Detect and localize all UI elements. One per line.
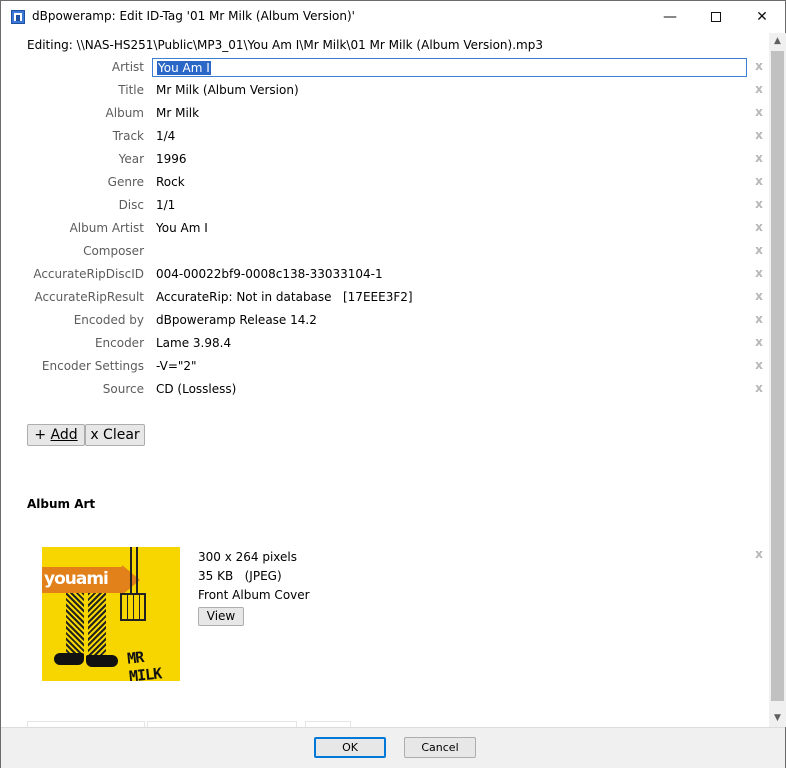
tag-label: Artist: [111, 60, 144, 74]
tag-row-title[interactable]: Title Mr Milk (Album Version) x: [1, 79, 769, 102]
cover-leg-left: [66, 593, 84, 657]
add-label: Add: [50, 427, 78, 443]
tag-value[interactable]: Mr Milk (Album Version): [156, 83, 299, 97]
tag-row-year[interactable]: Year 1996 x: [1, 148, 769, 171]
view-art-button[interactable]: View: [198, 607, 244, 626]
cover-title-text: MR MILK: [126, 648, 162, 681]
tag-value[interactable]: 004-00022bf9-0008c138-33033104-1: [156, 267, 383, 281]
delete-tag-icon[interactable]: x: [753, 381, 765, 395]
tag-row-artist: Artist You Am I x: [1, 56, 769, 79]
tag-label: Genre: [107, 175, 144, 189]
tag-value[interactable]: 1/4: [156, 129, 175, 143]
cover-claw: [130, 547, 138, 593]
cover-shoe-right: [86, 655, 118, 667]
app-icon: [11, 10, 25, 24]
tag-label: Album: [105, 106, 144, 120]
delete-tag-icon[interactable]: x: [753, 335, 765, 349]
tag-label: AccurateRipDiscID: [33, 267, 144, 281]
album-art-info: 300 x 264 pixels 35 KB (JPEG) Front Albu…: [198, 548, 310, 605]
close-button[interactable]: ✕: [739, 1, 785, 33]
cancel-button[interactable]: Cancel: [404, 737, 476, 758]
ok-button[interactable]: OK: [314, 737, 386, 758]
tag-value[interactable]: AccurateRip: Not in database [17EEE3F2]: [156, 290, 413, 304]
tag-label: Composer: [83, 244, 144, 258]
album-art-heading: Album Art: [27, 497, 96, 511]
scroll-up-icon[interactable]: ▲: [769, 33, 786, 50]
artist-input[interactable]: You Am I: [152, 58, 747, 77]
delete-tag-icon[interactable]: x: [753, 220, 765, 234]
art-type: Front Album Cover: [198, 588, 310, 602]
scroll-down-icon[interactable]: ▼: [769, 710, 786, 727]
dialog-footer: OK Cancel: [1, 727, 785, 768]
delete-tag-icon[interactable]: x: [753, 243, 765, 257]
tag-row-encoder-settings[interactable]: Encoder Settings -V="2" x: [1, 355, 769, 378]
delete-tag-icon[interactable]: x: [753, 289, 765, 303]
art-dimensions: 300 x 264 pixels: [198, 550, 298, 564]
delete-tag-icon[interactable]: x: [753, 358, 765, 372]
tag-label: AccurateRipResult: [34, 290, 144, 304]
maximize-button[interactable]: [693, 1, 739, 33]
scroll-thumb[interactable]: [771, 51, 784, 701]
tag-value[interactable]: CD (Lossless): [156, 382, 236, 396]
tag-row-composer[interactable]: Composer x: [1, 240, 769, 263]
tag-label: Year: [118, 152, 144, 166]
tag-row-track[interactable]: Track 1/4 x: [1, 125, 769, 148]
edit-id-tag-window: dBpoweramp: Edit ID-Tag '01 Mr Milk (Alb…: [0, 0, 786, 768]
tag-value[interactable]: Lame 3.98.4: [156, 336, 231, 350]
tag-row-source[interactable]: Source CD (Lossless) x: [1, 378, 769, 401]
delete-tag-icon[interactable]: x: [753, 82, 765, 96]
delete-art-icon[interactable]: x: [753, 547, 765, 561]
delete-tag-icon[interactable]: x: [753, 174, 765, 188]
vertical-scrollbar[interactable]: ▲ ▼: [769, 33, 786, 727]
tag-row-encoder[interactable]: Encoder Lame 3.98.4 x: [1, 332, 769, 355]
cover-crate: [120, 593, 146, 621]
tag-label: Album Artist: [69, 221, 144, 235]
album-cover-image: youami MR MILK: [42, 547, 180, 681]
delete-tag-icon[interactable]: x: [753, 266, 765, 280]
editing-path: Editing: \\NAS-HS251\Public\MP3_01\You A…: [27, 38, 543, 52]
tag-label: Title: [118, 83, 144, 97]
add-prefix: +: [34, 427, 51, 443]
tag-row-encoded-by[interactable]: Encoded by dBpoweramp Release 14.2 x: [1, 309, 769, 332]
clear-tags-button[interactable]: x Clear: [85, 424, 145, 446]
delete-tag-icon[interactable]: x: [753, 312, 765, 326]
delete-tag-icon[interactable]: x: [753, 105, 765, 119]
cover-band-text: youami: [44, 569, 109, 589]
tag-value[interactable]: Mr Milk: [156, 106, 199, 120]
tag-label: Disc: [118, 198, 144, 212]
add-tag-button[interactable]: + Add: [27, 424, 85, 446]
window-title: dBpoweramp: Edit ID-Tag '01 Mr Milk (Alb…: [32, 9, 355, 23]
cover-leg-right: [88, 593, 106, 657]
tag-label: Track: [112, 129, 144, 143]
tag-list: Artist You Am I x Title Mr Milk (Album V…: [1, 56, 769, 401]
tag-value[interactable]: 1/1: [156, 198, 175, 212]
maximize-icon: [711, 12, 721, 22]
tag-value[interactable]: 1996: [156, 152, 187, 166]
tag-label: Encoded by: [73, 313, 144, 327]
cover-shoe-left: [54, 653, 84, 665]
tag-value[interactable]: dBpoweramp Release 14.2: [156, 313, 317, 327]
tag-label: Encoder Settings: [41, 359, 144, 373]
tag-row-accuraterip-result[interactable]: AccurateRipResult AccurateRip: Not in da…: [1, 286, 769, 309]
delete-tag-icon[interactable]: x: [753, 59, 765, 73]
tag-row-album[interactable]: Album Mr Milk x: [1, 102, 769, 125]
tag-row-genre[interactable]: Genre Rock x: [1, 171, 769, 194]
tag-value[interactable]: Rock: [156, 175, 185, 189]
tag-row-accuraterip-disc-id[interactable]: AccurateRipDiscID 004-00022bf9-0008c138-…: [1, 263, 769, 286]
artist-input-selected-text: You Am I: [157, 61, 211, 75]
delete-tag-icon[interactable]: x: [753, 151, 765, 165]
minimize-button[interactable]: —: [647, 1, 693, 33]
tag-row-disc[interactable]: Disc 1/1 x: [1, 194, 769, 217]
tag-label: Encoder: [94, 336, 144, 350]
tag-value[interactable]: -V="2": [156, 359, 197, 373]
tag-value[interactable]: You Am I: [156, 221, 208, 235]
tag-label: Source: [102, 382, 144, 396]
art-file-size: 35 KB (JPEG): [198, 569, 282, 583]
title-bar[interactable]: dBpoweramp: Edit ID-Tag '01 Mr Milk (Alb…: [1, 1, 785, 33]
delete-tag-icon[interactable]: x: [753, 197, 765, 211]
delete-tag-icon[interactable]: x: [753, 128, 765, 142]
tag-row-album-artist[interactable]: Album Artist You Am I x: [1, 217, 769, 240]
